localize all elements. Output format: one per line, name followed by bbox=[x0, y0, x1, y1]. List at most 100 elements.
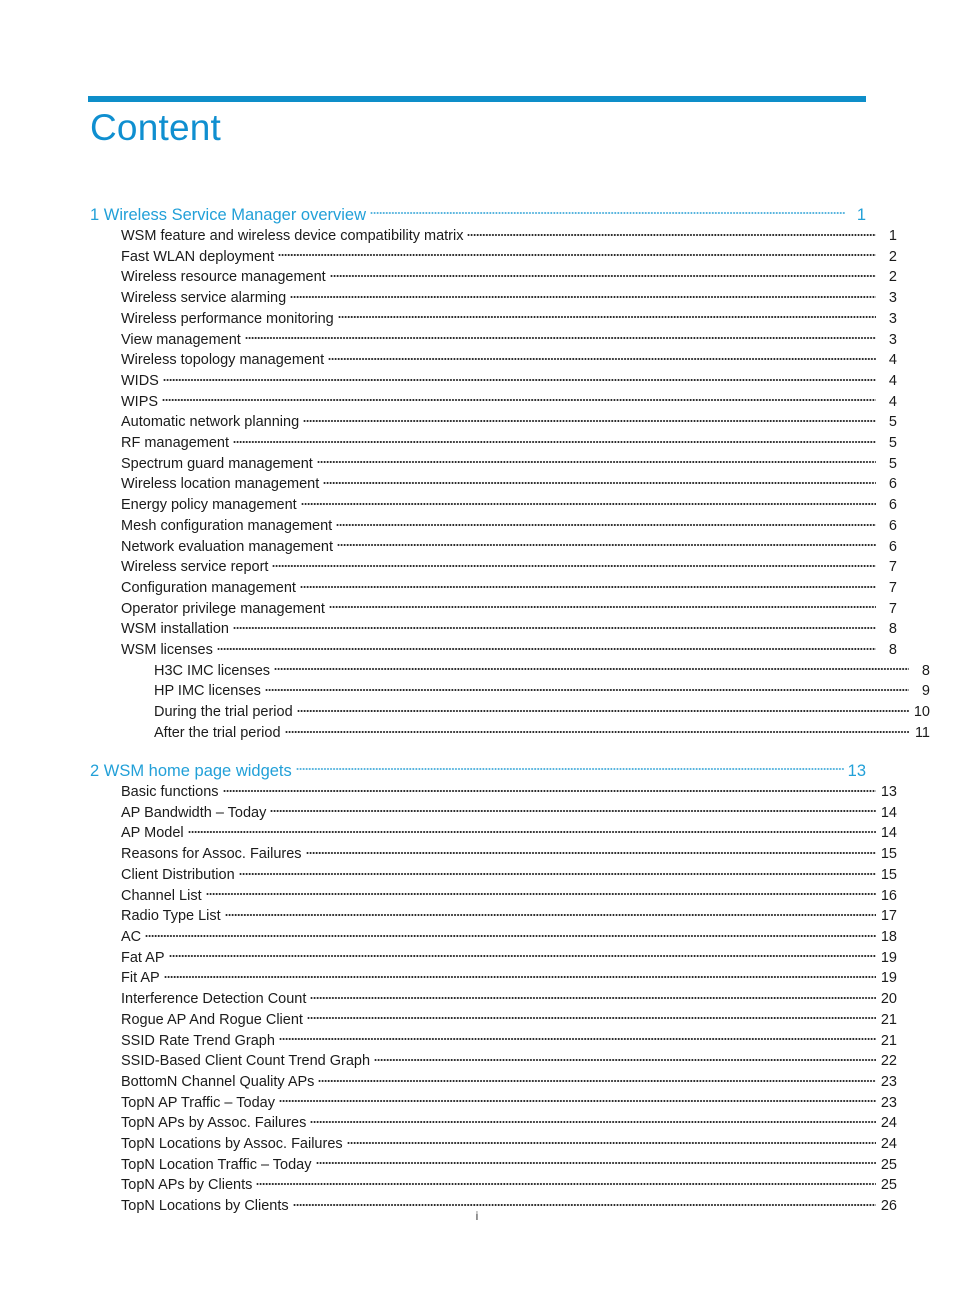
toc-entry-label: After the trial period bbox=[154, 724, 281, 741]
toc-entry[interactable]: TopN Locations by Assoc. Failures 24 bbox=[90, 1134, 897, 1155]
toc-entry-label: View management bbox=[121, 331, 241, 348]
toc-dot-leader bbox=[145, 927, 876, 942]
toc-entry-label: Fat AP bbox=[121, 949, 165, 966]
toc-entry[interactable]: RF management 5 bbox=[90, 433, 897, 454]
toc-entry-label: TopN APs by Clients bbox=[121, 1177, 253, 1194]
toc-entry-label: WIPS bbox=[121, 393, 159, 410]
toc-entry[interactable]: Wireless resource management 2 bbox=[90, 267, 897, 288]
toc-entry[interactable]: SSID Rate Trend Graph 21 bbox=[90, 1030, 897, 1051]
toc-entry-page-number: 4 bbox=[888, 393, 897, 410]
toc-entry[interactable]: After the trial period 11 bbox=[90, 722, 930, 743]
toc-dot-leader bbox=[295, 759, 844, 776]
toc-entry[interactable]: Energy policy management 6 bbox=[90, 495, 897, 516]
toc-entry[interactable]: TopN APs by Assoc. Failures 24 bbox=[90, 1113, 897, 1134]
toc-dot-leader bbox=[329, 267, 876, 282]
toc-entry-page-number: 16 bbox=[880, 887, 897, 904]
toc-entry[interactable]: H3C IMC licenses 8 bbox=[90, 660, 930, 681]
toc-entry[interactable]: Wireless service report 7 bbox=[90, 557, 897, 578]
toc-entry-page-number: 7 bbox=[888, 579, 897, 596]
toc-entry-page-number: 6 bbox=[888, 538, 897, 555]
toc-entry[interactable]: AP Bandwidth – Today 14 bbox=[90, 802, 897, 823]
toc-dot-leader bbox=[328, 598, 876, 613]
toc-chapter-entry[interactable]: 1 Wireless Service Manager overview 1 bbox=[90, 203, 866, 226]
toc-dot-leader bbox=[315, 1154, 877, 1169]
toc-entry[interactable]: Wireless performance monitoring 3 bbox=[90, 308, 897, 329]
toc-entry-label: Wireless topology management bbox=[121, 352, 325, 369]
toc-entry-page-number: 20 bbox=[880, 991, 897, 1008]
toc-entry[interactable]: Network evaluation management 6 bbox=[90, 536, 897, 557]
toc-entry-page-number: 9 bbox=[921, 683, 930, 700]
toc-entry[interactable]: Channel List 16 bbox=[90, 885, 897, 906]
toc-dot-leader bbox=[244, 329, 876, 344]
toc-entry-label: Network evaluation management bbox=[121, 538, 333, 555]
toc-entry-label: TopN Location Traffic – Today bbox=[121, 1156, 312, 1173]
toc-entry-label: Wireless service report bbox=[121, 559, 269, 576]
toc-dot-leader bbox=[162, 391, 876, 406]
toc-entry-page-number: 8 bbox=[888, 621, 897, 638]
toc-dot-leader bbox=[467, 226, 876, 241]
toc-entry[interactable]: TopN Location Traffic – Today 25 bbox=[90, 1154, 897, 1175]
toc-entry[interactable]: View management 3 bbox=[90, 329, 897, 350]
toc-dot-leader bbox=[310, 989, 876, 1004]
toc-entry-label: TopN APs by Assoc. Failures bbox=[121, 1115, 307, 1132]
toc-entry[interactable]: Configuration management 7 bbox=[90, 577, 897, 598]
toc-entry[interactable]: Interference Detection Count 20 bbox=[90, 989, 897, 1010]
toc-entry-label: 1 Wireless Service Manager overview bbox=[90, 205, 367, 224]
toc-entry[interactable]: Radio Type List 17 bbox=[90, 906, 897, 927]
toc-dot-leader bbox=[270, 802, 876, 817]
toc-entry[interactable]: WIDS 4 bbox=[90, 370, 897, 391]
toc-entry[interactable]: WIPS 4 bbox=[90, 391, 897, 412]
toc-entry[interactable]: Automatic network planning 5 bbox=[90, 412, 897, 433]
toc-entry[interactable]: During the trial period 10 bbox=[90, 702, 930, 723]
toc-entry[interactable]: BottomN Channel Quality APs 23 bbox=[90, 1071, 897, 1092]
toc-entry-label: TopN Locations by Assoc. Failures bbox=[121, 1136, 343, 1153]
toc-entry[interactable]: SSID-Based Client Count Trend Graph 22 bbox=[90, 1051, 897, 1072]
toc-entry-label: Reasons for Assoc. Failures bbox=[121, 846, 302, 863]
toc-dot-leader bbox=[238, 864, 876, 879]
toc-entry[interactable]: Wireless service alarming 3 bbox=[90, 288, 897, 309]
toc-entry[interactable]: AP Model 14 bbox=[90, 823, 897, 844]
toc-entry-page-number: 1 bbox=[856, 205, 866, 224]
toc-entry[interactable]: Rogue AP And Rogue Client 21 bbox=[90, 1009, 897, 1030]
footer-page-number: i bbox=[475, 1209, 479, 1223]
toc-dot-leader bbox=[299, 577, 876, 592]
toc-entry[interactable]: TopN APs by Clients 25 bbox=[90, 1175, 897, 1196]
toc-chapter-entry[interactable]: 2 WSM home page widgets 13 bbox=[90, 759, 866, 782]
toc-entry[interactable]: Client Distribution 15 bbox=[90, 864, 897, 885]
toc-dot-leader bbox=[306, 1009, 876, 1024]
toc-entry-page-number: 14 bbox=[880, 825, 897, 842]
toc-entry[interactable]: HP IMC licenses 9 bbox=[90, 681, 930, 702]
toc-dot-leader bbox=[187, 823, 876, 838]
toc-entry-label: AP Bandwidth – Today bbox=[121, 804, 267, 821]
toc-entry[interactable]: TopN AP Traffic – Today 23 bbox=[90, 1092, 897, 1113]
toc-dot-leader bbox=[256, 1175, 876, 1190]
toc-entry-label: Spectrum guard management bbox=[121, 455, 313, 472]
toc-entry-page-number: 8 bbox=[888, 642, 897, 659]
toc-dot-leader bbox=[346, 1134, 876, 1149]
page-title: Content bbox=[90, 107, 221, 148]
toc-entry[interactable]: Mesh configuration management 6 bbox=[90, 515, 897, 536]
toc-entry[interactable]: Wireless topology management 4 bbox=[90, 350, 897, 371]
toc-entry-page-number: 11 bbox=[914, 724, 930, 741]
toc-entry[interactable]: WSM licenses 8 bbox=[90, 640, 897, 661]
toc-entry[interactable]: Fat AP 19 bbox=[90, 947, 897, 968]
toc-dot-leader bbox=[374, 1051, 876, 1066]
toc-dot-leader bbox=[274, 660, 909, 675]
toc-entry[interactable]: Wireless location management 6 bbox=[90, 474, 897, 495]
toc-entry[interactable]: AC 18 bbox=[90, 927, 897, 948]
toc-entry[interactable]: Spectrum guard management 5 bbox=[90, 453, 897, 474]
toc-dot-leader bbox=[205, 885, 876, 900]
toc-entry[interactable]: Basic functions 13 bbox=[90, 782, 897, 803]
toc-entry[interactable]: Operator privilege management 7 bbox=[90, 598, 897, 619]
toc-entry[interactable]: WSM installation 8 bbox=[90, 619, 897, 640]
toc-entry[interactable]: Reasons for Assoc. Failures 15 bbox=[90, 844, 897, 865]
toc-entry[interactable]: Fast WLAN deployment 2 bbox=[90, 246, 897, 267]
toc-entry[interactable]: WSM feature and wireless device compatib… bbox=[90, 226, 897, 247]
toc-entry-label: WIDS bbox=[121, 372, 159, 389]
toc-entry-page-number: 13 bbox=[847, 761, 866, 780]
toc-dot-leader bbox=[310, 1113, 876, 1128]
toc-entry-label: During the trial period bbox=[154, 704, 293, 721]
toc-entry-label: Client Distribution bbox=[121, 866, 235, 883]
toc-entry-label: Energy policy management bbox=[121, 497, 297, 514]
toc-entry[interactable]: Fit AP 19 bbox=[90, 968, 897, 989]
